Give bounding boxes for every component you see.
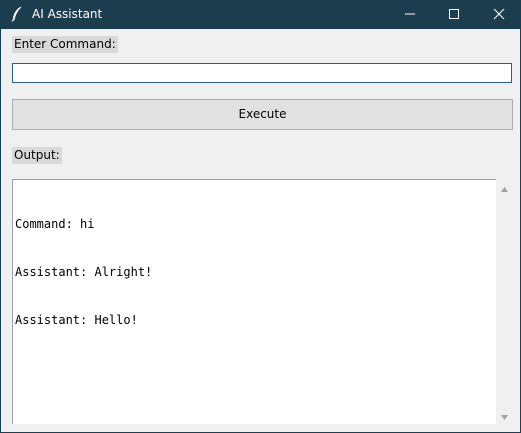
triangle-down-icon	[500, 406, 509, 425]
output-line: Command: hi	[15, 217, 95, 231]
output-label: Output:	[12, 147, 62, 164]
close-icon	[493, 5, 505, 24]
maximize-icon	[448, 5, 460, 24]
command-label: Enter Command:	[12, 36, 118, 53]
feather-icon	[10, 6, 24, 22]
output-line: Assistant: Hello!	[15, 313, 138, 327]
scroll-up-button[interactable]	[496, 179, 513, 196]
close-button[interactable]	[476, 0, 521, 29]
output-text-area[interactable]: Command: hi Assistant: Alright! Assistan…	[12, 179, 496, 424]
window-title: AI Assistant	[32, 7, 103, 21]
output-line: Assistant: Alright!	[15, 265, 153, 279]
maximize-button[interactable]	[431, 0, 477, 29]
command-input[interactable]	[12, 63, 512, 83]
app-window: AI Assistant Enter Command: Execute Outp…	[0, 0, 521, 433]
minimize-button[interactable]	[387, 0, 433, 29]
execute-button[interactable]: Execute	[12, 99, 513, 130]
output-scrollbar[interactable]	[496, 179, 513, 424]
triangle-up-icon	[500, 178, 509, 197]
title-bar[interactable]: AI Assistant	[1, 0, 521, 29]
scroll-down-button[interactable]	[496, 407, 513, 424]
minimize-icon	[404, 5, 416, 24]
